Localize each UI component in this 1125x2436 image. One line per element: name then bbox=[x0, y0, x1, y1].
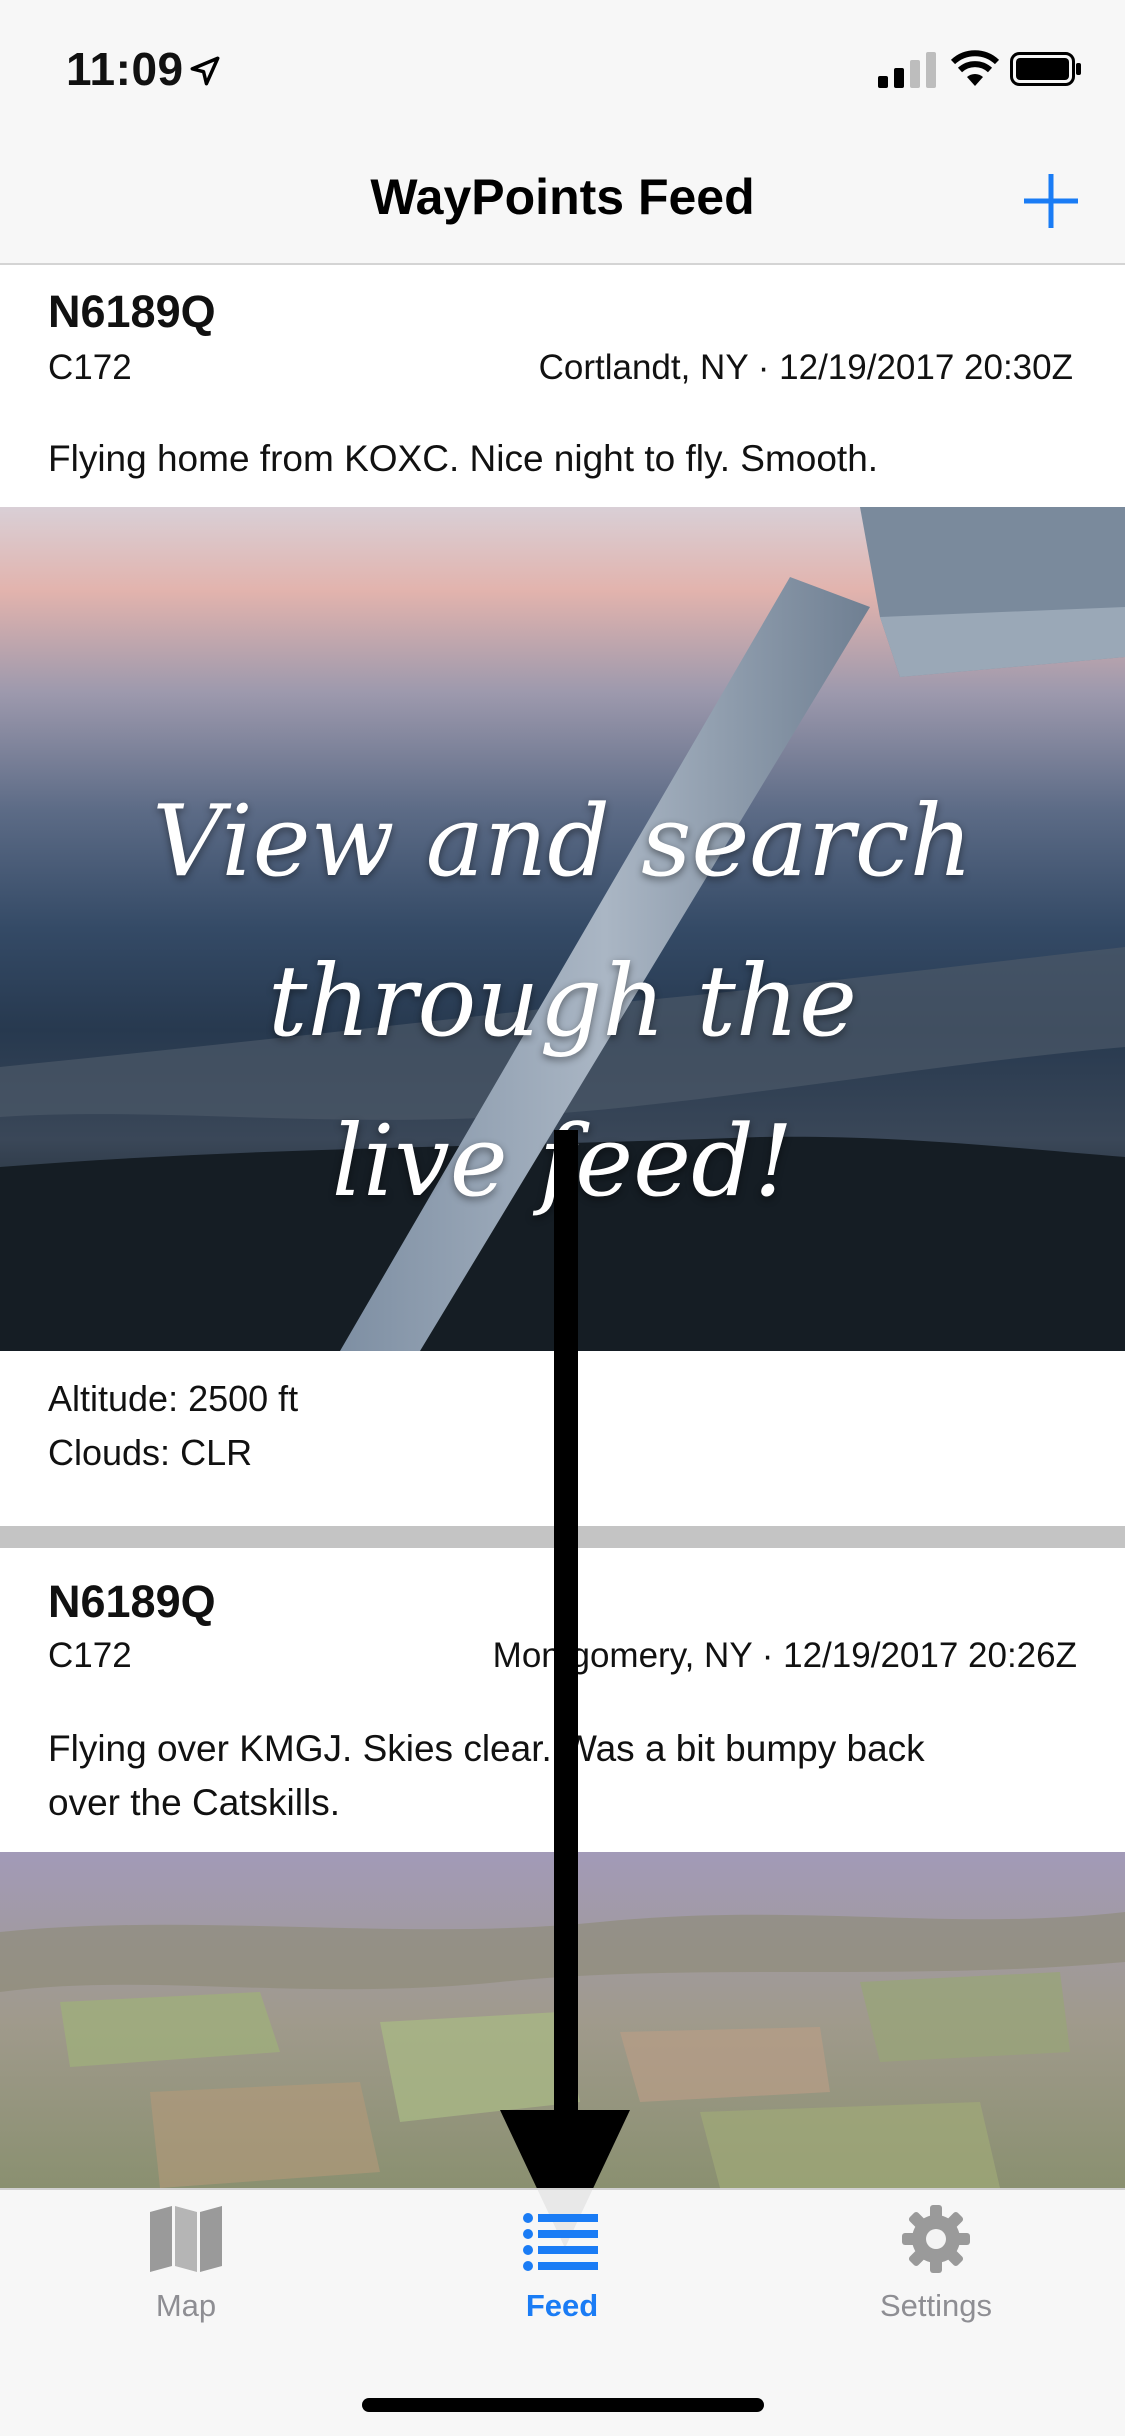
tab-feed-label: Feed bbox=[525, 2288, 599, 2323]
wifi-icon bbox=[950, 50, 1000, 86]
post-altitude: Altitude: 2500 ft bbox=[48, 1378, 299, 1419]
map-icon bbox=[150, 2206, 222, 2272]
list-icon bbox=[523, 2213, 598, 2271]
post-aircraft-type: C172 bbox=[48, 1636, 132, 1675]
tab-feed[interactable]: Feed bbox=[432, 2204, 692, 2324]
post-aircraft-type: C172 bbox=[48, 348, 132, 387]
tab-settings-label: Settings bbox=[879, 2288, 992, 2323]
plus-icon bbox=[1024, 174, 1078, 228]
promo-overlay-line-1: View and search through the bbox=[152, 785, 973, 1059]
post-location-time: Cortlandt, NY · 12/19/2017 20:30Z bbox=[538, 348, 1073, 387]
status-time: 11:09 bbox=[66, 43, 184, 95]
tab-map-label: Map bbox=[155, 2288, 217, 2323]
battery-icon bbox=[1010, 52, 1081, 86]
cellular-signal-icon bbox=[878, 52, 936, 88]
home-indicator[interactable] bbox=[362, 2398, 764, 2412]
annotation-arrow-icon bbox=[500, 1130, 630, 2248]
tab-settings[interactable]: Settings bbox=[806, 2204, 1066, 2324]
add-button[interactable] bbox=[1020, 170, 1082, 232]
post-clouds: Clouds: CLR bbox=[48, 1432, 253, 1473]
tab-map[interactable]: Map bbox=[56, 2204, 316, 2324]
post-tail-number[interactable]: N6189Q bbox=[48, 1576, 216, 1628]
gear-icon bbox=[902, 2205, 970, 2273]
post-tail-number[interactable]: N6189Q bbox=[48, 286, 216, 338]
page-title: WayPoints Feed bbox=[370, 169, 755, 225]
post-caption-line-2: over the Catskills. bbox=[48, 1782, 340, 1823]
location-arrow-icon bbox=[190, 56, 220, 86]
post-caption-line-1: Flying over KMGJ. Skies clear. Was a bit… bbox=[48, 1728, 925, 1769]
post-caption: Flying home from KOXC. Nice night to fly… bbox=[48, 438, 879, 479]
